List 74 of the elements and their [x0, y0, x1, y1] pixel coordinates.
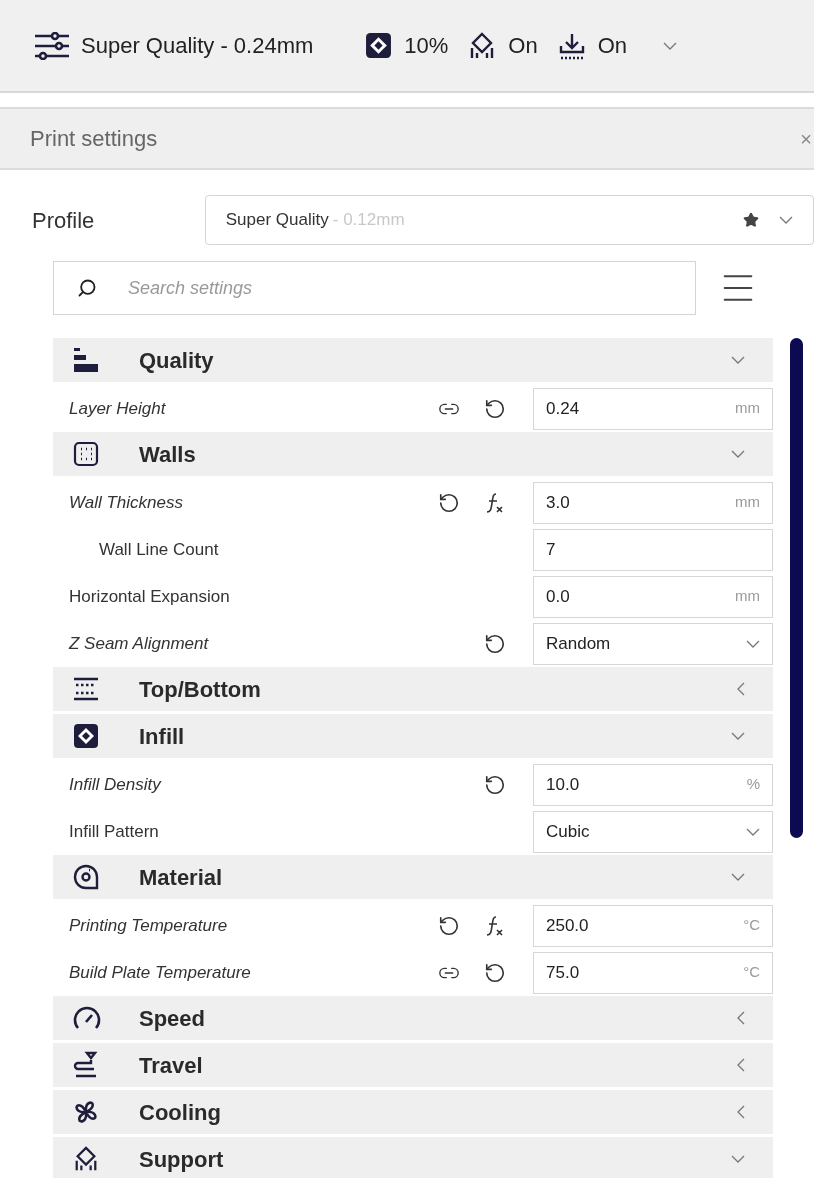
- input-field[interactable]: 0.24 mm: [533, 387, 773, 430]
- profile-label: Profile: [32, 206, 96, 235]
- scrollbar[interactable]: [790, 338, 803, 838]
- dropdown-field[interactable]: Random: [533, 622, 773, 665]
- support-icon: [73, 1146, 99, 1172]
- chevron-down-icon: [731, 1155, 745, 1163]
- section-header[interactable]: Speed: [53, 996, 773, 1040]
- infill-icon: [73, 723, 99, 749]
- fan-icon: [73, 1099, 99, 1125]
- unit-label: mm: [735, 586, 760, 607]
- chevron-left-icon: [737, 1011, 745, 1025]
- chevron-down-icon: [746, 827, 760, 836]
- chevron-left-icon: [737, 682, 745, 696]
- adhesion-summary[interactable]: On: [597, 29, 628, 62]
- reset-icon[interactable]: [484, 773, 506, 796]
- section-header[interactable]: Support: [53, 1137, 773, 1178]
- infill-summary[interactable]: 10%: [404, 29, 449, 62]
- chevron-down-icon: [731, 450, 745, 458]
- unit-label: °C: [743, 962, 760, 983]
- section-header[interactable]: Cooling: [53, 1090, 773, 1134]
- section-header[interactable]: Walls: [53, 432, 773, 476]
- input-field[interactable]: 10.0 %: [533, 763, 773, 806]
- input-field[interactable]: 75.0 °C: [533, 951, 773, 994]
- setting-label: Infill Pattern: [68, 820, 160, 843]
- layers-icon: [73, 347, 99, 373]
- chevron-down-icon: [779, 216, 793, 224]
- input-field[interactable]: 0.0 mm: [533, 575, 773, 618]
- setting-label: Horizontal Expansion: [68, 585, 231, 608]
- unit-label: mm: [735, 398, 760, 419]
- reset-icon[interactable]: [484, 632, 506, 655]
- reset-icon[interactable]: [438, 491, 460, 514]
- chevron-down-icon: [746, 639, 760, 648]
- walls-icon: [73, 441, 99, 467]
- setting-label: Wall Thickness: [68, 491, 184, 514]
- infill-icon: [365, 32, 393, 59]
- section-header[interactable]: Infill: [53, 714, 773, 758]
- unit-label: %: [746, 774, 760, 795]
- reset-icon[interactable]: [484, 961, 506, 984]
- search-icon: [77, 278, 97, 298]
- support-summary[interactable]: On: [508, 29, 538, 62]
- top-bottom-icon: [73, 676, 99, 702]
- star-icon[interactable]: [743, 212, 759, 228]
- nozzle-path-icon: [73, 1051, 99, 1079]
- reset-icon[interactable]: [438, 914, 460, 937]
- chevron-down-icon: [731, 873, 745, 881]
- unit-label: mm: [735, 492, 760, 513]
- setting-label: Build Plate Temperature: [68, 961, 252, 984]
- section-header[interactable]: Travel: [53, 1043, 773, 1087]
- input-field[interactable]: 7: [533, 528, 773, 571]
- input-field[interactable]: 3.0 mm: [533, 481, 773, 524]
- setting-label: Z Seam Alignment: [67, 632, 210, 655]
- spool-icon: [73, 863, 99, 891]
- panel-title: Print settings: [30, 125, 158, 153]
- setting-label: Layer Height: [68, 397, 167, 420]
- dropdown-field[interactable]: Cubic: [533, 810, 773, 853]
- chevron-left-icon: [737, 1105, 745, 1119]
- section-header[interactable]: Quality: [53, 338, 773, 382]
- gauge-icon: [73, 1005, 101, 1031]
- reset-icon[interactable]: [484, 397, 506, 420]
- sliders-icon: [33, 31, 69, 60]
- setting-label: Wall Line Count: [98, 538, 220, 561]
- search-field[interactable]: Search settings: [53, 261, 696, 315]
- section-header[interactable]: Top/Bottom: [53, 667, 773, 711]
- section-header[interactable]: Material: [53, 855, 773, 899]
- setting-label: Printing Temperature: [68, 914, 229, 937]
- unit-label: °C: [743, 915, 760, 936]
- adhesion-icon: [557, 31, 586, 60]
- profile-summary[interactable]: Super Quality - 0.24mm: [81, 29, 314, 62]
- input-field[interactable]: 250.0 °C: [533, 904, 773, 947]
- chevron-left-icon: [737, 1058, 745, 1072]
- chevron-down-icon: [663, 41, 678, 50]
- chevron-down-icon: [731, 356, 745, 364]
- chevron-down-icon: [731, 732, 745, 740]
- setting-label: Infill Density: [68, 773, 163, 796]
